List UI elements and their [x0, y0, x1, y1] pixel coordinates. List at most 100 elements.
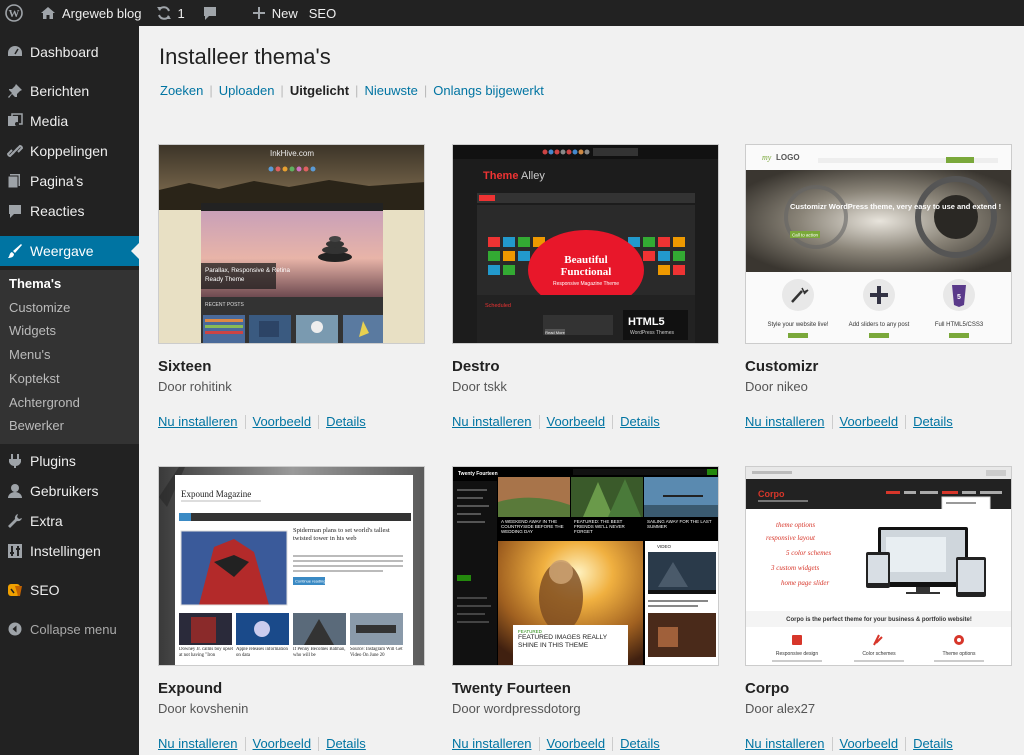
wordpress-icon: W	[5, 4, 23, 22]
theme-actions: Nu installeren Voorbeeld Details	[745, 736, 1012, 751]
install-button[interactable]: Nu installeren	[745, 736, 825, 751]
shot-section: Scheduled	[485, 303, 511, 309]
seo-label: SEO	[308, 5, 337, 21]
collapse-menu-button[interactable]: Collapse menu	[0, 614, 139, 644]
theme-name: Sixteen	[158, 358, 212, 375]
shot-logo-a: my	[762, 153, 772, 162]
sidebar-item-berichten[interactable]: Berichten	[0, 76, 139, 106]
theme-screenshot[interactable]: InkHive.com Parallax, Responsive & Retin…	[158, 144, 425, 344]
theme-screenshot[interactable]: Corpo theme options responsive layout 5 …	[745, 466, 1012, 666]
shot-t2: responsive layout	[766, 534, 816, 542]
sidebar-item-koppelingen[interactable]: Koppelingen	[0, 136, 139, 166]
theme-screenshot[interactable]: Expound Magazine Spiderman plans to set …	[158, 466, 425, 666]
theme-name: Expound	[158, 680, 223, 697]
submenu-item-customize[interactable]: Customize	[9, 298, 70, 318]
submenu-item-menus[interactable]: Menu's	[9, 345, 51, 365]
theme-filter-nav: Zoeken | Uploaden | Uitgelicht | Nieuwst…	[160, 83, 544, 98]
install-button[interactable]: Nu installeren	[745, 414, 825, 429]
filter-separator: |	[280, 83, 284, 98]
site-name-link[interactable]: Argeweb blog	[30, 0, 149, 26]
theme-screenshot[interactable]: Twenty Fourteen A WEEKEND AWAY IN THE CO…	[452, 466, 719, 666]
filter-separator: |	[423, 83, 428, 98]
submenu-item-achtergrond[interactable]: Achtergrond	[9, 393, 80, 413]
sidebar-item-extra[interactable]: Extra	[0, 506, 139, 536]
action-separator	[244, 736, 246, 751]
comments-link[interactable]	[192, 0, 231, 26]
updates-link[interactable]: 1	[149, 0, 192, 26]
filter-separator: |	[355, 83, 359, 98]
install-button[interactable]: Nu installeren	[158, 414, 238, 429]
sidebar-item-reacties[interactable]: Reacties	[0, 196, 139, 226]
action-separator	[905, 736, 907, 751]
submenu-item-widgets[interactable]: Widgets	[9, 321, 56, 341]
filter-onlangs-bijgewerkt[interactable]: Onlangs bijgewerkt	[433, 83, 544, 98]
sidebar-item-label: Berichten	[30, 83, 90, 99]
sidebar-item-seo[interactable]: SEO	[0, 575, 139, 605]
sidebar-item-label: Koppelingen	[30, 143, 108, 159]
details-button[interactable]: Details	[326, 414, 366, 429]
action-separator	[318, 736, 320, 751]
submenu-item-bewerker[interactable]: Bewerker	[9, 416, 64, 436]
filter-zoeken[interactable]: Zoeken	[160, 83, 203, 98]
install-button[interactable]: Nu installeren	[452, 414, 532, 429]
theme-screenshot[interactable]: my LOGO Customizr WordPress theme, very …	[745, 144, 1012, 344]
main-content: Installeer thema's Zoeken | Uploaden | U…	[139, 26, 1024, 755]
preview-button[interactable]: Voorbeeld	[840, 414, 899, 429]
shot-sub: Responsive Magazine Theme	[553, 281, 619, 287]
updates-count: 1	[177, 5, 185, 21]
plug-icon	[7, 453, 23, 469]
shot-f3: Theme options	[942, 651, 976, 657]
shot-button: Continue reading →	[295, 579, 331, 584]
new-label: New	[271, 5, 298, 21]
details-button[interactable]: Details	[913, 414, 953, 429]
preview-button[interactable]: Voorbeeld	[547, 736, 606, 751]
sidebar-item-paginas[interactable]: Pagina's	[0, 166, 139, 196]
shot-feat1: Style your website live!	[767, 322, 828, 328]
media-icon	[7, 113, 23, 129]
action-separator	[831, 736, 833, 751]
sidebar-item-plugins[interactable]: Plugins	[0, 446, 139, 476]
preview-button[interactable]: Voorbeeld	[253, 414, 312, 429]
theme-actions: Nu installeren Voorbeeld Details	[452, 414, 719, 429]
sidebar-item-media[interactable]: Media	[0, 106, 139, 136]
shot-readmore: Read More	[545, 330, 566, 335]
shot-featured: FEATURED IMAGES REALLY SHINE IN THIS THE…	[518, 634, 608, 649]
svg-text:5: 5	[957, 294, 961, 301]
sidebar-item-instellingen[interactable]: Instellingen	[0, 536, 139, 566]
sidebar-item-label: SEO	[30, 582, 60, 598]
shot-headline1: Beautiful	[564, 254, 607, 266]
preview-button[interactable]: Voorbeeld	[840, 736, 899, 751]
wordpress-logo-button[interactable]: W	[0, 0, 30, 26]
install-button[interactable]: Nu installeren	[452, 736, 532, 751]
sidebar-item-weergave[interactable]: Weergave	[0, 236, 139, 266]
details-button[interactable]: Details	[620, 736, 660, 751]
shot-section: RECENT POSTS	[205, 302, 244, 308]
submenu-item-koptekst[interactable]: Koptekst	[9, 369, 60, 389]
details-button[interactable]: Details	[913, 736, 953, 751]
sidebar-item-gebruikers[interactable]: Gebruikers	[0, 476, 139, 506]
shot-hero: Customizr WordPress theme, very easy to …	[790, 202, 1001, 211]
preview-button[interactable]: Voorbeeld	[547, 414, 606, 429]
details-button[interactable]: Details	[620, 414, 660, 429]
shot-logo-b: LOGO	[776, 153, 800, 162]
theme-name: Destro	[452, 358, 500, 375]
filter-nieuwste[interactable]: Nieuwste	[364, 83, 417, 98]
user-icon	[7, 483, 23, 499]
theme-screenshot[interactable]: Theme Alley Beautiful Functional Respons…	[452, 144, 719, 344]
seo-adminbar-link[interactable]: SEO	[305, 0, 343, 26]
updates-icon	[156, 5, 172, 21]
theme-card-destro: Theme Alley Beautiful Functional Respons…	[452, 144, 719, 429]
new-content-link[interactable]: New	[231, 0, 305, 26]
action-separator	[538, 414, 540, 429]
link-icon	[7, 143, 23, 159]
preview-button[interactable]: Voorbeeld	[253, 736, 312, 751]
install-button[interactable]: Nu installeren	[158, 736, 238, 751]
shot-t4: 3 custom widgets	[770, 564, 819, 572]
filter-uploaden[interactable]: Uploaden	[219, 83, 275, 98]
details-button[interactable]: Details	[326, 736, 366, 751]
sidebar-item-label: Media	[30, 113, 69, 129]
seo-icon	[7, 582, 23, 598]
filter-uitgelicht[interactable]: Uitgelicht	[290, 83, 349, 98]
sidebar-item-dashboard[interactable]: Dashboard	[0, 37, 139, 67]
submenu-item-themas[interactable]: Thema's	[9, 274, 61, 294]
